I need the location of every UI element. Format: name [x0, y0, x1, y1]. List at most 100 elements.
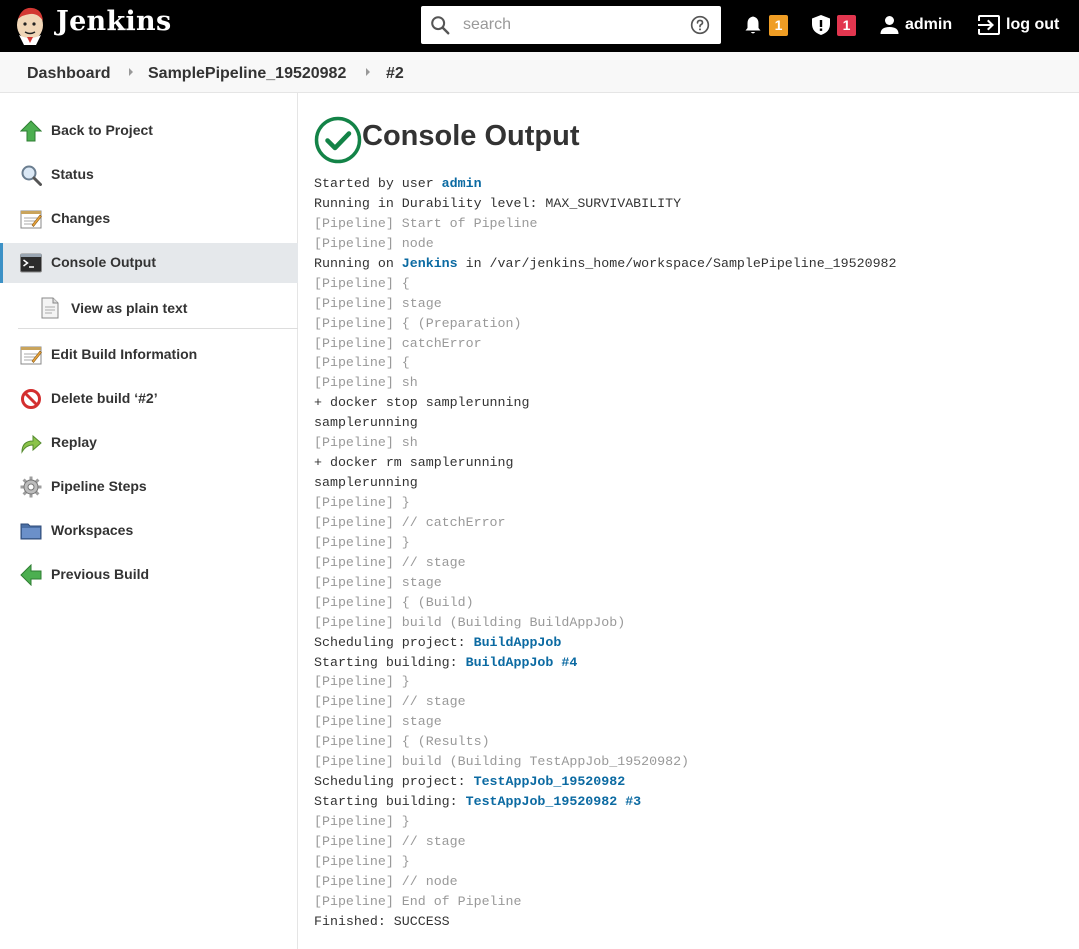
pipeline-step-text: [Pipeline] stage — [314, 714, 442, 730]
security-badge[interactable]: 1 — [837, 15, 856, 36]
console-text: samplerunning — [314, 415, 418, 431]
console-link[interactable]: BuildAppJob — [474, 635, 562, 650]
top-header: Jenkins 1 1 admin log out — [0, 0, 1079, 52]
breadcrumb-dashboard[interactable]: Dashboard — [27, 65, 111, 83]
logout-icon[interactable] — [977, 14, 1001, 36]
pipeline-step-text: [Pipeline] catchError — [314, 335, 482, 351]
sidebar-item-pipeline-steps[interactable]: Pipeline Steps — [0, 467, 298, 507]
console-line: [Pipeline] // stage — [314, 832, 1074, 852]
sidebar-item-label: Delete build ‘#2’ — [51, 390, 158, 406]
user-name-link[interactable]: admin — [905, 16, 952, 34]
up-arrow-icon — [20, 120, 42, 142]
sidebar-item-label: Pipeline Steps — [51, 478, 147, 494]
console-line: Starting building: TestAppJob_19520982 #… — [314, 792, 1074, 812]
console-line: [Pipeline] } — [314, 493, 1074, 513]
console-line: [Pipeline] stage — [314, 573, 1074, 593]
shield-icon[interactable] — [811, 14, 831, 36]
user-icon[interactable] — [880, 15, 899, 35]
breadcrumb-build[interactable]: #2 — [386, 65, 404, 83]
console-link[interactable]: TestAppJob_19520982 #3 — [466, 794, 642, 809]
sidebar-item-replay[interactable]: Replay — [0, 423, 298, 463]
breadcrumb-job[interactable]: SamplePipeline_19520982 — [148, 65, 346, 83]
breadcrumb-separator-icon[interactable] — [129, 68, 133, 76]
console-line: [Pipeline] sh — [314, 433, 1074, 453]
bell-icon[interactable] — [744, 15, 762, 35]
console-line: [Pipeline] } — [314, 672, 1074, 692]
pipeline-step-text: [Pipeline] build (Building BuildAppJob) — [314, 614, 626, 630]
sidebar-item-delete-build[interactable]: Delete build ‘#2’ — [0, 379, 298, 419]
console-line: [Pipeline] build (Building TestAppJob_19… — [314, 752, 1074, 772]
search-box[interactable] — [421, 6, 721, 44]
console-link[interactable]: BuildAppJob #4 — [466, 655, 578, 670]
breadcrumb: Dashboard SamplePipeline_19520982 #2 — [0, 52, 1079, 93]
main-content: Console Output Started by user admin Runn… — [299, 93, 1079, 949]
terminal-icon — [20, 253, 42, 273]
console-text: Starting building: — [314, 794, 466, 810]
sidebar-item-status[interactable]: Status — [0, 155, 298, 195]
sidebar-item-workspaces[interactable]: Workspaces — [0, 511, 298, 551]
console-line: [Pipeline] } — [314, 533, 1074, 553]
logout-link[interactable]: log out — [1006, 16, 1059, 34]
console-line: Started by user admin — [314, 174, 1074, 194]
magnifier-icon — [21, 165, 42, 186]
pipeline-step-text: [Pipeline] node — [314, 235, 434, 251]
pipeline-step-text: [Pipeline] stage — [314, 295, 442, 311]
notepad-icon — [20, 210, 42, 229]
sidebar-item-changes[interactable]: Changes — [0, 199, 298, 239]
console-line: [Pipeline] { (Results) — [314, 732, 1074, 752]
notifications-badge[interactable]: 1 — [769, 15, 788, 36]
console-line: [Pipeline] stage — [314, 294, 1074, 314]
pipeline-step-text: [Pipeline] } — [314, 674, 410, 690]
sidebar-item-console-output[interactable]: Console Output — [0, 243, 298, 283]
pipeline-step-text: [Pipeline] { — [314, 275, 410, 291]
console-line: [Pipeline] stage — [314, 712, 1074, 732]
brand-name[interactable]: Jenkins — [56, 6, 171, 37]
sidebar-item-label: Edit Build Information — [51, 346, 198, 362]
sidebar-item-back-to-project[interactable]: Back to Project — [0, 111, 298, 151]
pipeline-step-text: [Pipeline] { (Results) — [314, 734, 490, 750]
console-line: Running in Durability level: MAX_SURVIVA… — [314, 194, 1074, 214]
pipeline-step-text: [Pipeline] Start of Pipeline — [314, 215, 538, 231]
left-arrow-icon — [20, 564, 42, 586]
search-input[interactable] — [463, 13, 678, 37]
sidebar-item-label: Workspaces — [51, 522, 134, 538]
console-link[interactable]: TestAppJob_19520982 — [474, 774, 626, 789]
pipeline-step-text: [Pipeline] build (Building TestAppJob_19… — [314, 754, 690, 770]
sidebar-item-label: Back to Project — [51, 122, 153, 138]
console-line: [Pipeline] sh — [314, 373, 1074, 393]
console-line: [Pipeline] catchError — [314, 334, 1074, 354]
sidebar-item-label: Previous Build — [51, 566, 150, 582]
pipeline-step-text: [Pipeline] { (Build) — [314, 594, 474, 610]
console-line: Starting building: BuildAppJob #4 — [314, 653, 1074, 673]
console-line: [Pipeline] { (Build) — [314, 593, 1074, 613]
sidebar-item-label: Console Output — [51, 254, 156, 270]
console-line: [Pipeline] // stage — [314, 692, 1074, 712]
console-line: Scheduling project: BuildAppJob — [314, 633, 1074, 653]
console-text: + docker rm samplerunning — [314, 455, 514, 471]
sidebar-item-view-plain-text[interactable]: View as plain text — [18, 286, 298, 329]
console-line: samplerunning — [314, 473, 1074, 493]
page-title: Console Output — [362, 120, 580, 152]
jenkins-logo-icon[interactable] — [14, 5, 46, 45]
sidebar-item-edit-build-information[interactable]: Edit Build Information — [0, 335, 298, 375]
sidebar-item-label: View as plain text — [71, 300, 188, 316]
console-text: Started by user — [314, 176, 442, 191]
console-link[interactable]: Jenkins — [402, 256, 458, 271]
console-line: [Pipeline] build (Building BuildAppJob) — [314, 613, 1074, 633]
success-check-icon — [314, 116, 362, 164]
sidebar-item-label: Changes — [51, 210, 111, 226]
sidebar-item-label: Status — [51, 166, 94, 182]
console-line: [Pipeline] // stage — [314, 553, 1074, 573]
console-link[interactable]: admin — [442, 176, 482, 191]
breadcrumb-separator-icon[interactable] — [366, 68, 370, 76]
help-icon[interactable] — [690, 15, 710, 35]
pipeline-step-text: [Pipeline] End of Pipeline — [314, 893, 522, 909]
pipeline-step-text: [Pipeline] } — [314, 495, 410, 510]
gear-icon — [20, 476, 42, 498]
pipeline-step-text: [Pipeline] // stage — [314, 694, 466, 710]
redo-arrow-icon — [21, 434, 42, 454]
console-line: + docker rm samplerunning — [314, 453, 1074, 473]
console-output: Started by user admin Running in Durabili… — [314, 174, 1074, 932]
console-line: [Pipeline] // node — [314, 872, 1074, 892]
sidebar-item-previous-build[interactable]: Previous Build — [0, 555, 298, 595]
